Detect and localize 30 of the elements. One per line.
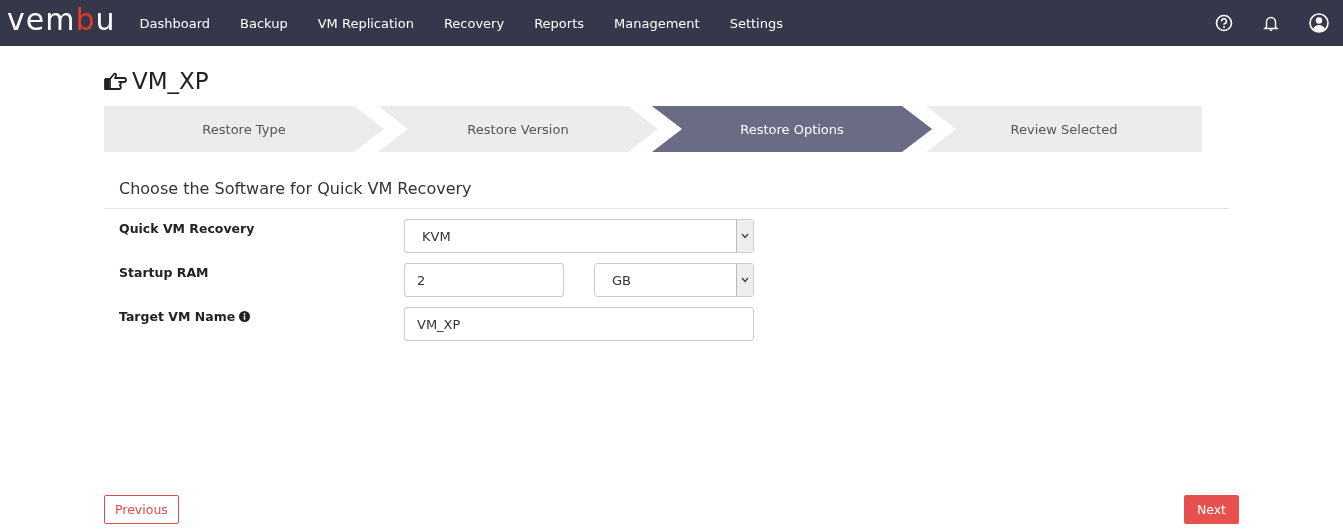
previous-button[interactable]: Previous: [104, 495, 179, 524]
dropdown[interactable]: KVM: [404, 219, 754, 253]
nav-link[interactable]: Settings: [729, 15, 783, 31]
nav-link[interactable]: Backup: [240, 15, 288, 31]
logo: vembu: [7, 5, 116, 35]
help-icon[interactable]: [1215, 14, 1233, 32]
info-icon: [239, 310, 251, 322]
nav-link[interactable]: Reports: [534, 15, 585, 31]
nav-link[interactable]: Dashboard: [139, 15, 211, 31]
text-input[interactable]: 2: [404, 263, 564, 297]
wizard-step[interactable]: Review Selected: [926, 106, 1202, 152]
hand-pointer-icon: [104, 71, 128, 91]
user-avatar-icon[interactable]: [1309, 13, 1329, 33]
caret-icon: [741, 233, 749, 239]
nav-link[interactable]: Recovery: [443, 15, 505, 31]
next-button[interactable]: Next: [1183, 495, 1239, 524]
text-input[interactable]: VM_XP: [404, 307, 754, 341]
wizard-step[interactable]: Restore Type: [104, 106, 384, 152]
section-heading: Choose the Software for Quick VM Recovery: [119, 179, 473, 198]
field-label: Startup RAM: [119, 264, 209, 280]
caret-icon: [741, 277, 749, 283]
bell-icon[interactable]: [1263, 14, 1279, 32]
wizard-step[interactable]: Restore Options: [652, 106, 932, 152]
field-label: Target VM Name: [119, 308, 236, 324]
dropdown[interactable]: GB: [594, 263, 754, 297]
page-title: VM_XP: [132, 68, 209, 94]
wizard-step[interactable]: Restore Version: [378, 106, 658, 152]
nav-link[interactable]: VM Replication: [317, 15, 414, 31]
field-label: Quick VM Recovery: [119, 220, 255, 236]
nav-link[interactable]: Management: [614, 15, 700, 31]
